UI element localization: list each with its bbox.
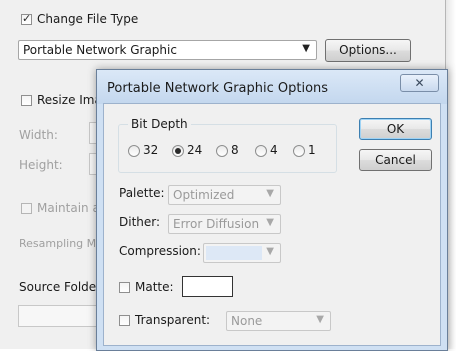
bit-depth-24-label: 24 [187, 143, 203, 157]
dialog-title: Portable Network Graphic Options [107, 81, 329, 96]
close-button[interactable]: ✕ [400, 74, 439, 92]
compression-label: Compression: [119, 244, 201, 258]
dither-label: Dither: [119, 215, 161, 229]
close-icon: ✕ [414, 76, 425, 90]
source-folder-label: Source Folder [19, 280, 102, 294]
palette-label: Palette: [119, 186, 165, 200]
options-button[interactable]: Options... [325, 39, 411, 62]
maintain-aspect-label: Maintain a [37, 201, 100, 215]
compression-select-highlight [206, 246, 262, 260]
bit-depth-1-radio[interactable] [293, 145, 305, 157]
bit-depth-8-label: 8 [231, 143, 239, 157]
dither-select-value: Error Diffusion [173, 217, 260, 231]
transparent-select-value: None [231, 314, 263, 328]
chevron-down-icon: ▼ [266, 246, 274, 257]
transparent-label: Transparent: [135, 313, 211, 327]
resize-images-label: Resize Ima [37, 93, 102, 107]
maintain-aspect-checkbox[interactable] [21, 203, 32, 214]
bit-depth-8-radio[interactable] [216, 145, 228, 157]
png-options-dialog: Portable Network Graphic Options ✕ Bit D… [96, 69, 448, 351]
bit-depth-4-label: 4 [270, 143, 278, 157]
change-file-type-checkbox[interactable] [21, 12, 32, 25]
compression-select[interactable]: ▼ [203, 243, 281, 263]
chevron-down-icon: ▼ [302, 43, 310, 54]
cancel-button[interactable]: Cancel [359, 149, 432, 171]
matte-color-swatch[interactable] [182, 276, 233, 297]
dither-select[interactable]: Error Diffusion ▼ [168, 214, 281, 234]
matte-label: Matte: [135, 280, 174, 294]
bit-depth-32-radio[interactable] [128, 145, 140, 157]
transparent-select[interactable]: None ▼ [226, 311, 331, 331]
bit-depth-1-label: 1 [308, 143, 316, 157]
chevron-down-icon: ▼ [266, 188, 274, 199]
source-folder-input[interactable] [18, 305, 98, 327]
change-file-type-label: Change File Type [37, 12, 139, 26]
dialog-body: Bit Depth 32 24 8 4 1 OK Cancel Palette:… [103, 103, 441, 346]
resize-images-checkbox[interactable] [21, 95, 32, 106]
bit-depth-4-radio[interactable] [255, 145, 267, 157]
height-label: Height: [19, 158, 63, 172]
file-type-select[interactable]: Portable Network Graphic ▼ [18, 40, 317, 60]
width-label: Width: [19, 128, 58, 142]
file-type-select-value: Portable Network Graphic [23, 43, 177, 57]
bit-depth-label: Bit Depth [128, 117, 191, 131]
bit-depth-24-radio[interactable] [172, 145, 184, 157]
chevron-down-icon: ▼ [316, 314, 324, 325]
palette-select-value: Optimized [173, 188, 235, 202]
matte-checkbox[interactable] [119, 282, 130, 293]
transparent-checkbox[interactable] [119, 315, 130, 326]
resampling-label: Resampling M [19, 237, 97, 250]
ok-button[interactable]: OK [359, 118, 432, 140]
dialog-titlebar[interactable]: Portable Network Graphic Options ✕ [97, 70, 447, 104]
bit-depth-32-label: 32 [143, 143, 159, 157]
palette-select[interactable]: Optimized ▼ [168, 185, 281, 205]
chevron-down-icon: ▼ [266, 217, 274, 228]
bit-depth-group: Bit Depth 32 24 8 4 1 [118, 117, 337, 173]
